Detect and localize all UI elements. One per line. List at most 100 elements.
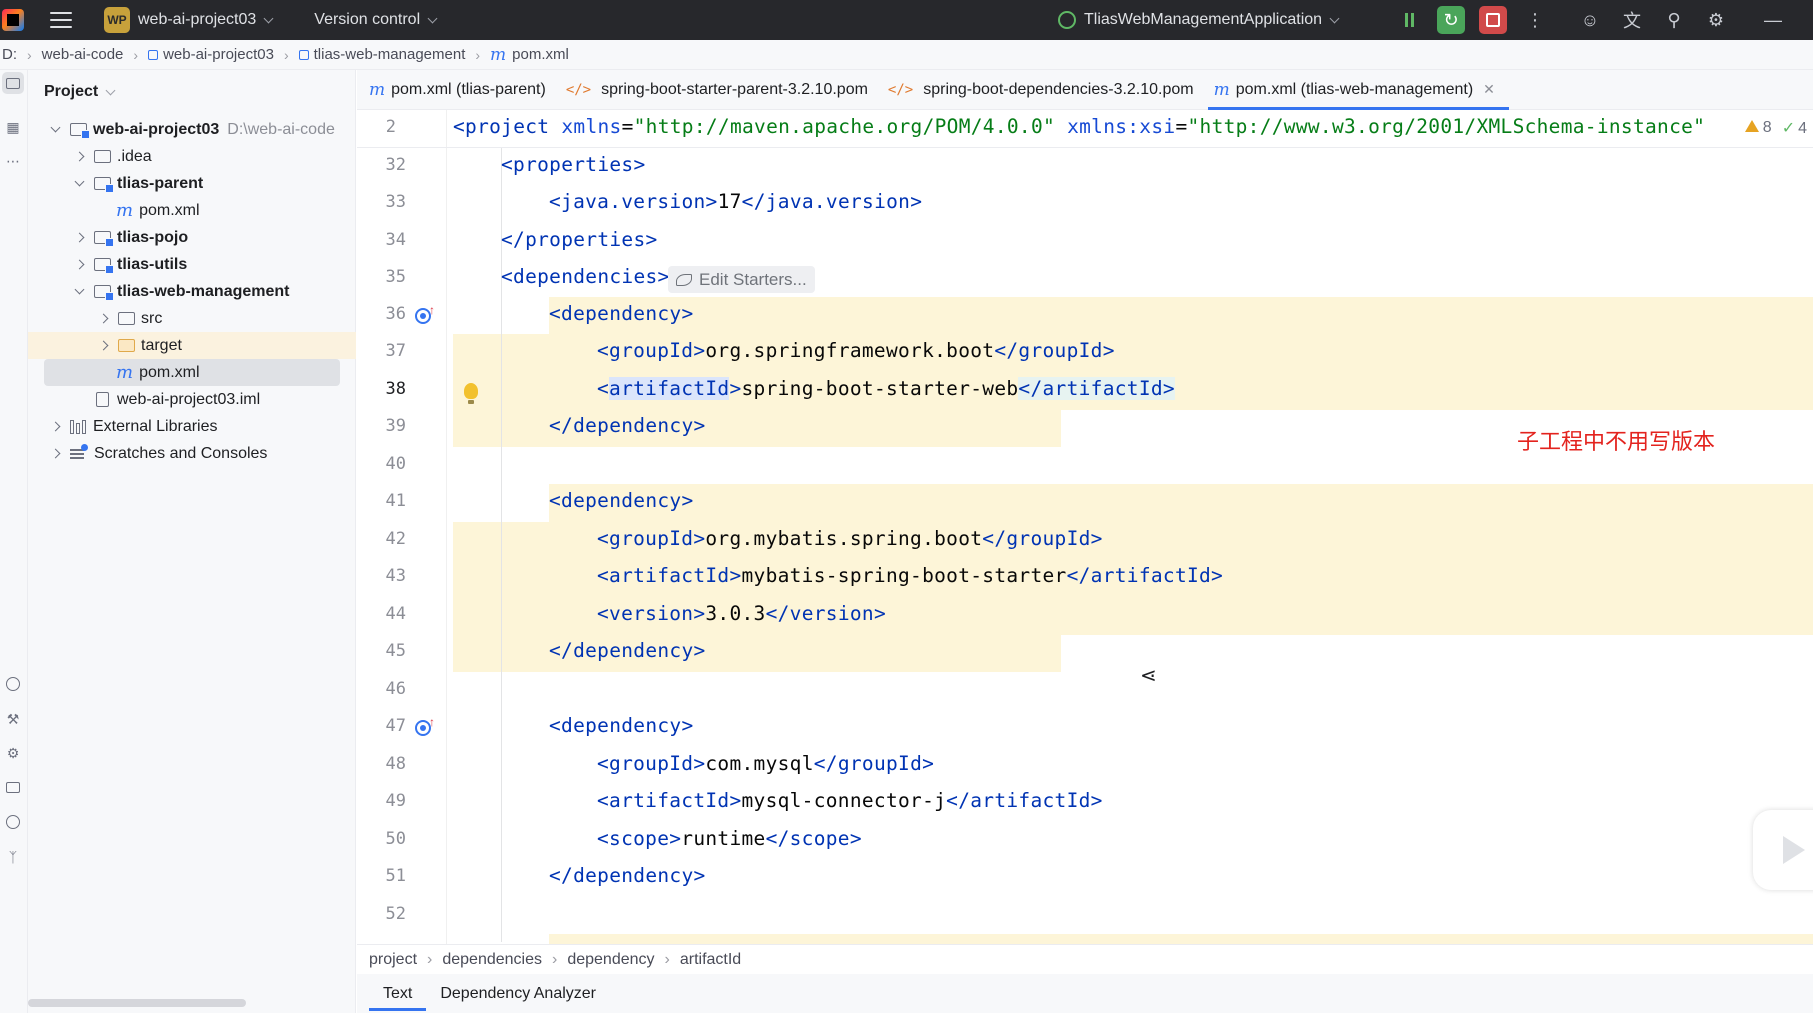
line-number: 34 bbox=[385, 230, 406, 250]
tab-dependency-analyzer[interactable]: Dependency Analyzer bbox=[426, 974, 610, 1013]
pause-icon[interactable] bbox=[1395, 6, 1423, 34]
tab-pom-tlias-parent[interactable]: m pom.xml (tlias-parent) bbox=[363, 70, 560, 110]
module-icon bbox=[148, 49, 159, 60]
expand-arrow-icon[interactable] bbox=[96, 313, 110, 324]
project-name: web-ai-project03 bbox=[138, 11, 257, 28]
expand-arrow-icon[interactable] bbox=[48, 421, 62, 432]
floating-play-button[interactable] bbox=[1753, 810, 1813, 890]
tree-node-root[interactable]: web-ai-project03 D:\web-ai-code bbox=[28, 116, 356, 143]
tree-node-tlias-utils[interactable]: tlias-utils bbox=[28, 251, 356, 278]
settings-gear-icon[interactable]: ⚙ bbox=[1702, 6, 1730, 34]
code-line: 35 <dependencies> Edit Starters... bbox=[357, 260, 1813, 298]
code-text: <groupId>org.springframework.boot</group… bbox=[597, 339, 1115, 362]
tree-node-scratches[interactable]: Scratches and Consoles bbox=[28, 440, 356, 467]
maven-m-icon: m bbox=[116, 362, 134, 383]
code-text: <artifactId>mybatis-spring-boot-starter<… bbox=[597, 564, 1224, 587]
code-text: </properties> bbox=[501, 228, 658, 251]
problems-icon[interactable] bbox=[2, 811, 24, 833]
expand-arrow-icon[interactable] bbox=[72, 284, 86, 295]
spring-leaf-icon bbox=[676, 273, 692, 286]
code-text: <java.version>17</java.version> bbox=[549, 190, 923, 213]
expand-arrow-icon[interactable] bbox=[72, 259, 86, 270]
tab-spring-boot-starter-parent[interactable]: </> spring-boot-starter-parent-3.2.10.po… bbox=[560, 70, 882, 110]
stop-icon[interactable] bbox=[1479, 6, 1507, 34]
breadcrumb-label: web-ai-project03 bbox=[163, 46, 274, 63]
breadcrumb-web-ai-code[interactable]: web-ai-code bbox=[42, 46, 124, 63]
code-text: <dependencies> bbox=[501, 265, 670, 288]
expand-arrow-icon[interactable] bbox=[72, 176, 86, 187]
structure-tool-icon[interactable]: ▦ bbox=[2, 116, 24, 138]
tree-node-tlias-parent-pom[interactable]: m pom.xml bbox=[28, 197, 356, 224]
tree-node-src[interactable]: src bbox=[28, 305, 356, 332]
tree-node-iml[interactable]: web-ai-project03.iml bbox=[28, 386, 356, 413]
expand-arrow-icon[interactable] bbox=[72, 151, 86, 162]
line-number: 38 bbox=[385, 379, 406, 399]
code-text: <dependency> bbox=[549, 489, 694, 512]
git-branch-icon[interactable]: ᛉ bbox=[2, 846, 24, 868]
main-menu-icon[interactable] bbox=[50, 12, 72, 28]
more-tools-icon[interactable]: ⋯ bbox=[2, 150, 24, 172]
chevron-down-icon bbox=[1329, 13, 1340, 23]
project-panel-header[interactable]: Project bbox=[28, 70, 355, 114]
module-folder-icon bbox=[94, 285, 114, 301]
run-tool-icon[interactable] bbox=[2, 673, 24, 695]
tree-node-tlias-pojo[interactable]: tlias-pojo bbox=[28, 224, 356, 251]
tree-node-tlias-web-management[interactable]: tlias-web-management bbox=[28, 278, 356, 305]
terminal-icon[interactable] bbox=[2, 776, 24, 798]
breadcrumb-label: pom.xml bbox=[512, 46, 569, 63]
line-number: 36 bbox=[385, 304, 406, 324]
overrides-marker-icon[interactable]: ↑ bbox=[412, 303, 435, 327]
search-icon[interactable]: ⚲ bbox=[1660, 6, 1688, 34]
maven-m-icon: m bbox=[490, 44, 507, 65]
line-number: 41 bbox=[385, 491, 406, 511]
tree-node-target[interactable]: target bbox=[28, 332, 356, 359]
horizontal-scrollbar[interactable] bbox=[28, 999, 246, 1007]
tree-node-label: tlias-pojo bbox=[117, 228, 189, 246]
expand-arrow-icon[interactable] bbox=[96, 340, 110, 351]
tree-node-external-libraries[interactable]: External Libraries bbox=[28, 413, 356, 440]
tree-node-label: target bbox=[141, 336, 182, 354]
tab-pom-tlias-web-management[interactable]: m pom.xml (tlias-web-management) ✕ bbox=[1207, 70, 1510, 110]
more-actions-icon[interactable]: ⋮ bbox=[1521, 6, 1549, 34]
tree-node-tlias-parent[interactable]: tlias-parent bbox=[28, 170, 356, 197]
chevron-down-icon bbox=[263, 13, 274, 23]
debug-bug-icon[interactable]: ⚙ bbox=[2, 742, 24, 764]
breadcrumb-drive[interactable]: D: bbox=[2, 46, 17, 63]
build-hammer-icon[interactable]: ⚒ bbox=[2, 708, 24, 730]
project-switcher[interactable]: WP web-ai-project03 bbox=[72, 0, 274, 40]
overrides-marker-icon[interactable]: ↑ bbox=[412, 715, 435, 739]
breadcrumb-tlias-web-management[interactable]: tlias-web-management bbox=[298, 46, 465, 63]
project-tool-folder-icon[interactable] bbox=[2, 72, 24, 94]
expand-arrow-icon[interactable] bbox=[48, 122, 62, 133]
breadcrumb-pom-xml[interactable]: m pom.xml bbox=[490, 45, 569, 65]
breadcrumb-web-ai-project03[interactable]: web-ai-project03 bbox=[148, 46, 274, 63]
scratches-icon bbox=[70, 444, 88, 460]
tree-node-label: tlias-utils bbox=[117, 255, 188, 273]
rerun-icon[interactable]: ↻ bbox=[1437, 6, 1465, 34]
structure-item-artifactid[interactable]: artifactId bbox=[680, 951, 741, 969]
expand-arrow-icon[interactable] bbox=[72, 232, 86, 243]
tree-node-idea[interactable]: .idea bbox=[28, 143, 356, 170]
edit-starters-hint[interactable]: Edit Starters... bbox=[668, 266, 815, 293]
tree-node-pom-selected[interactable]: m pom.xml bbox=[28, 359, 356, 386]
expand-arrow-icon[interactable] bbox=[48, 448, 62, 459]
tree-node-label: src bbox=[141, 309, 163, 327]
structure-item-dependencies[interactable]: dependencies bbox=[442, 951, 542, 969]
code-editor[interactable]: 2 <project xmlns="http://maven.apache.or… bbox=[357, 110, 1813, 944]
intention-bulb-icon[interactable] bbox=[460, 380, 482, 404]
structure-item-dependency[interactable]: dependency bbox=[567, 951, 654, 969]
tab-spring-boot-dependencies[interactable]: </> spring-boot-dependencies-3.2.10.pom bbox=[882, 70, 1208, 110]
close-tab-icon[interactable]: ✕ bbox=[1483, 81, 1495, 98]
breadcrumb-separator: › bbox=[283, 46, 289, 63]
run-configuration-selector[interactable]: TliasWebManagementApplication bbox=[1058, 0, 1340, 40]
structure-item-project[interactable]: project bbox=[369, 951, 417, 969]
tree-node-path: D:\web-ai-code bbox=[227, 120, 335, 138]
vcs-menu[interactable]: Version control bbox=[306, 0, 438, 40]
minimize-icon[interactable]: — bbox=[1759, 6, 1787, 34]
tab-text[interactable]: Text bbox=[369, 974, 427, 1013]
warnings-count: 8 bbox=[1744, 119, 1772, 137]
add-user-icon[interactable]: ☺ bbox=[1576, 6, 1604, 34]
left-tool-strip: ▦ ⋯ ⚒ ⚙ ᛉ bbox=[0, 70, 28, 1013]
translate-icon[interactable]: 文 bbox=[1618, 6, 1646, 34]
inspection-widget[interactable]: 8 ✓ 4 bbox=[1744, 118, 1807, 138]
